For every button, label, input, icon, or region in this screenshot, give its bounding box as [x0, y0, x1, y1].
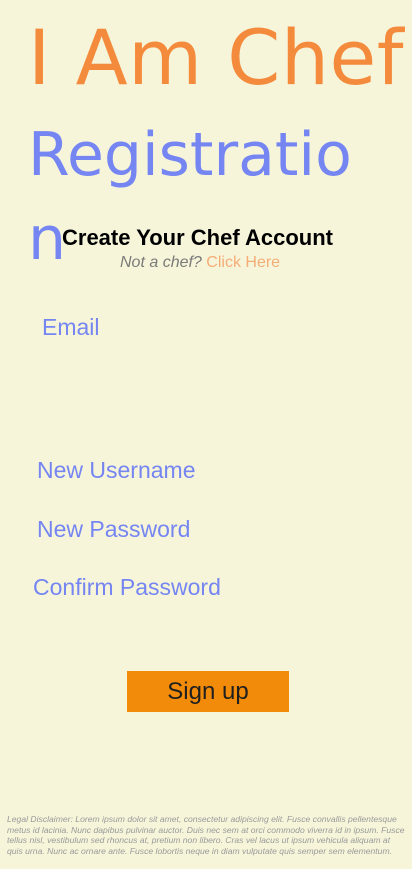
username-field[interactable] — [37, 457, 367, 484]
not-chef-text: Not a chef? — [120, 254, 202, 271]
legal-disclaimer: Legal Disclaimer: Lorem ipsum dolor sit … — [7, 814, 405, 856]
sign-up-button[interactable]: Sign up — [127, 671, 289, 712]
email-field[interactable] — [42, 314, 372, 341]
confirm-password-field[interactable] — [33, 574, 363, 601]
click-here-link[interactable]: Click Here — [206, 254, 280, 271]
app-title: I Am Chef — [28, 13, 405, 102]
not-chef-prompt: Not a chef? Click Here — [120, 254, 280, 272]
password-field[interactable] — [37, 516, 367, 543]
form-heading: Create Your Chef Account — [62, 225, 333, 250]
